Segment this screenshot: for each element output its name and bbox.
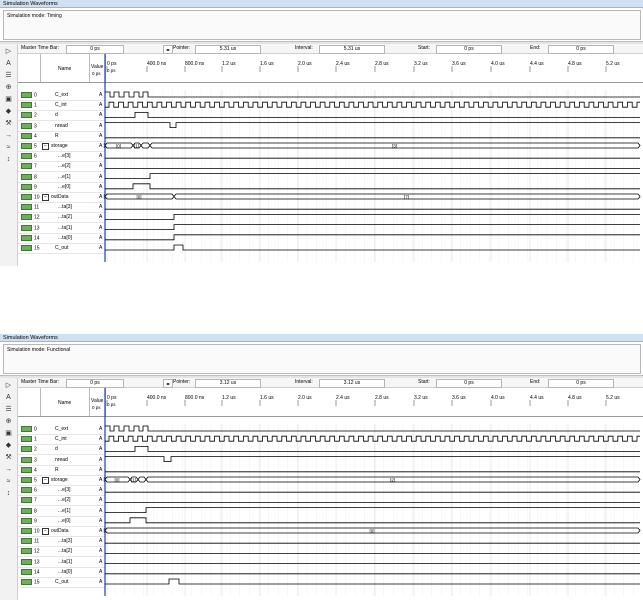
time-tick-label: 800.0 ns bbox=[185, 61, 205, 67]
waveform-canvas: 0 ps 400.0 ns 800.0 ns 1.2 us 1.6 us 2.0 us 2.… bbox=[104, 388, 641, 596]
time-tick-label: 3.6 us bbox=[452, 395, 466, 401]
time-tick-label: 2.8 us bbox=[375, 61, 389, 67]
bus-value-label: [7] bbox=[404, 194, 409, 199]
bus-value-label: [1] bbox=[134, 143, 139, 148]
time-tick-label: 4.8 us bbox=[568, 61, 582, 67]
time-tick-label: 2.4 us bbox=[336, 61, 350, 67]
time-tick-label: 4.4 us bbox=[530, 61, 544, 67]
bus-value-label: [2] bbox=[390, 477, 395, 482]
time-tick-label: 2.0 us bbox=[298, 61, 312, 67]
time-tick-label: 1.6 us bbox=[260, 61, 274, 67]
time-tick-label: 0 ps bbox=[107, 61, 117, 67]
time-tick-label: 0 ps bbox=[107, 395, 117, 401]
time-tick-label: 4.4 us bbox=[530, 395, 544, 401]
time-tick-label: 800.0 ns bbox=[185, 395, 205, 401]
time-zero-label: 0 ps bbox=[107, 402, 116, 407]
bus-segment bbox=[140, 142, 151, 149]
bus-value-label: [1] bbox=[131, 477, 136, 482]
bus-value-label: [3] bbox=[392, 143, 397, 148]
waveform-panel: Simulation Waveforms Simulation mode: Fun… bbox=[0, 334, 643, 600]
time-tick-label: 5.2 us bbox=[606, 61, 620, 67]
bus-value-label: [0] bbox=[137, 194, 142, 199]
time-tick-label: 2.4 us bbox=[336, 395, 350, 401]
time-tick-label: 2.0 us bbox=[298, 395, 312, 401]
time-tick-label: 1.6 us bbox=[260, 395, 274, 401]
time-tick-label: 400.0 ns bbox=[147, 61, 167, 67]
bus-segment bbox=[137, 476, 147, 483]
time-tick-label: 400.0 ns bbox=[147, 395, 167, 401]
time-tick-label: 4.8 us bbox=[568, 395, 582, 401]
time-tick-label: 4.0 us bbox=[491, 395, 505, 401]
waveform-panel: Simulation Waveforms Simulation mode: Tim… bbox=[0, 0, 643, 266]
time-tick-label: 3.6 us bbox=[452, 61, 466, 67]
bus-value-label: [0] bbox=[370, 528, 375, 533]
time-tick-label: 1.2 us bbox=[222, 61, 236, 67]
waveform-canvas: 0 ps 400.0 ns 800.0 ns 1.2 us 1.6 us 2.0 us 2.… bbox=[104, 54, 641, 262]
time-tick-label: 1.2 us bbox=[222, 395, 236, 401]
time-tick-label: 3.2 us bbox=[414, 395, 428, 401]
bus-value-label: [0] bbox=[115, 477, 120, 482]
time-tick-label: 3.2 us bbox=[414, 61, 428, 67]
time-tick-label: 5.2 us bbox=[606, 395, 620, 401]
time-tick-label: 4.0 us bbox=[491, 61, 505, 67]
time-zero-label: 0 ps bbox=[107, 68, 116, 73]
time-tick-label: 2.8 us bbox=[375, 395, 389, 401]
bus-value-label: [0] bbox=[116, 143, 121, 148]
